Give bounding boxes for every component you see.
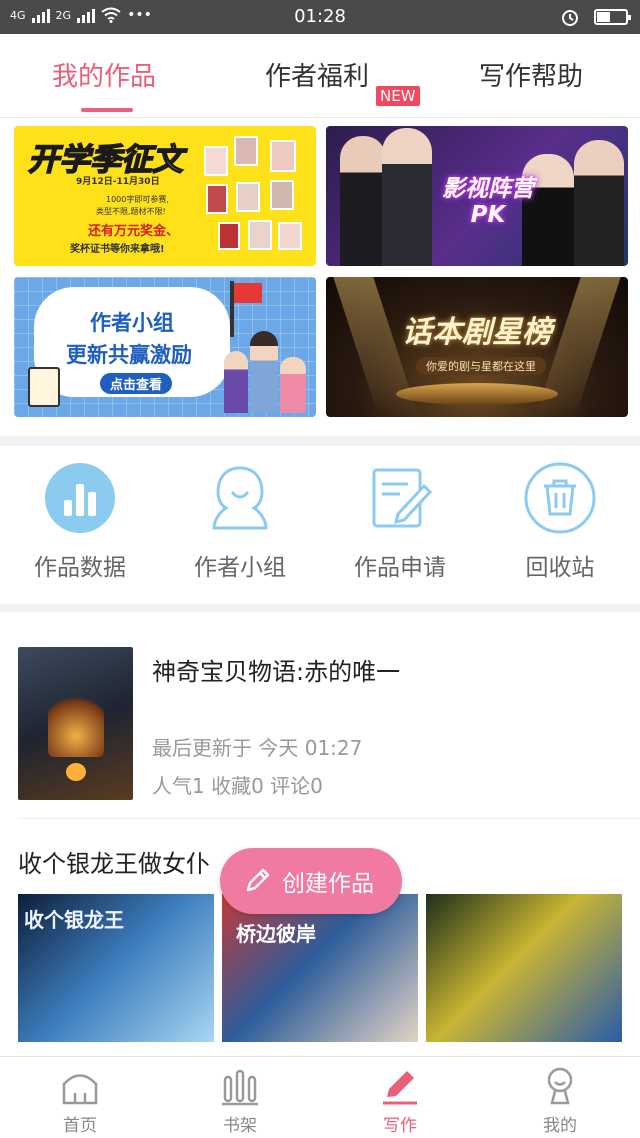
nav-label: 首页 — [63, 1116, 97, 1136]
tool-label: 作品数据 — [34, 555, 126, 581]
bar-chart-icon — [45, 463, 115, 533]
banner-author-group[interactable]: 作者小组 更新共赢激励 点击查看 — [14, 277, 316, 417]
new-badge: NEW — [376, 86, 420, 106]
bottom-nav: 首页 书架 写作 我的 — [0, 1056, 640, 1138]
cover-figure — [48, 687, 104, 757]
tool-works-data[interactable]: 作品数据 — [10, 462, 150, 582]
alarm-icon — [562, 10, 578, 26]
banner-title: 开学季征文 — [27, 141, 184, 179]
banner-title: 影视阵营PK — [442, 176, 534, 228]
create-work-label: 创建作品 — [282, 871, 374, 897]
banner-title-2: 更新共赢激励 — [66, 343, 192, 367]
tool-recycle-bin[interactable]: 回收站 — [490, 462, 630, 582]
edit-doc-icon — [372, 468, 433, 528]
photo-collage — [204, 132, 308, 260]
tab-my-works[interactable]: 我的作品 — [52, 56, 156, 93]
tool-label: 作品申请 — [354, 555, 446, 581]
nav-profile[interactable]: 我的 — [520, 1065, 600, 1136]
pencil-icon — [246, 868, 270, 892]
banner-title: 话本剧星榜 — [402, 315, 552, 350]
banner-line-4: 奖杯证书等你来拿哦! — [70, 244, 165, 255]
flag-cloth — [234, 283, 262, 303]
status-right — [560, 7, 631, 27]
banner-date: 9月12日-11月30日 — [76, 177, 160, 187]
kids-illustration — [220, 321, 312, 417]
stage — [396, 383, 558, 405]
book-title[interactable]: 收个银龙王做女仆 — [18, 844, 210, 879]
create-work-button[interactable]: 创建作品 — [220, 848, 402, 914]
tool-author-group[interactable]: 作者小组 — [170, 462, 310, 582]
top-tabs: 我的作品 作者福利 NEW 写作帮助 — [0, 34, 640, 118]
nav-label: 书架 — [223, 1116, 257, 1136]
banner-title-1: 作者小组 — [90, 311, 174, 335]
tab-active-indicator — [81, 108, 133, 112]
checklist-icon — [28, 367, 60, 407]
work-cover[interactable] — [18, 647, 133, 800]
divider — [18, 818, 640, 819]
trash-icon — [524, 462, 596, 534]
tool-label: 作者小组 — [194, 555, 286, 581]
group-icon — [212, 466, 268, 530]
home-icon — [62, 1074, 98, 1105]
book-thumbnail[interactable]: 收个银龙王 — [18, 894, 214, 1042]
thumbnail-text: 收个银龙王 — [24, 908, 124, 932]
banner-line-2: 类型不限,题材不限! — [96, 207, 166, 216]
battery-icon — [594, 9, 631, 25]
book-thumbnail[interactable]: 桥边彼岸 — [222, 894, 418, 1042]
tab-author-benefits[interactable]: 作者福利 — [265, 56, 369, 93]
nav-home[interactable]: 首页 — [40, 1065, 120, 1136]
banner-drama-star-ranking[interactable]: 话本剧星榜 你爱的剧与星都在这里 — [326, 277, 628, 417]
work-last-updated: 最后更新于 今天 01:27 — [152, 736, 363, 760]
status-time: 01:28 — [294, 6, 346, 27]
quick-tools: 作品数据 作者小组 作品申请 回收站 — [0, 446, 640, 604]
profile-icon — [547, 1067, 573, 1105]
banner-subtitle: 你爱的剧与星都在这里 — [416, 357, 546, 375]
nav-write[interactable]: 写作 — [360, 1065, 440, 1136]
pen-icon — [383, 1071, 417, 1105]
work-title[interactable]: 神奇宝贝物语:赤的唯一 — [152, 652, 400, 687]
status-bar: 4G 2G ••• 01:28 — [0, 0, 640, 34]
banner-film-camp-pk[interactable]: 影视阵营PK — [326, 126, 628, 266]
nav-label: 我的 — [543, 1116, 577, 1136]
tab-writing-help[interactable]: 写作帮助 — [479, 56, 583, 93]
bookshelf-icon — [222, 1069, 258, 1106]
battery-fill — [597, 12, 610, 22]
cover-fire — [66, 763, 86, 781]
tool-label: 回收站 — [525, 555, 595, 581]
banner-grid: 开学季征文 9月12日-11月30日 1000字即可参赛, 类型不限,题材不限!… — [0, 118, 640, 436]
book-thumbnail[interactable] — [426, 894, 622, 1042]
banner-line-1: 1000字即可参赛, — [106, 195, 169, 204]
work-stats: 人气1 收藏0 评论0 — [152, 774, 323, 798]
nav-label: 写作 — [383, 1116, 417, 1136]
nav-bookshelf[interactable]: 书架 — [200, 1065, 280, 1136]
tool-works-application[interactable]: 作品申请 — [330, 462, 470, 582]
thumbnail-text: 桥边彼岸 — [236, 922, 316, 946]
banner-cta: 点击查看 — [100, 373, 173, 394]
banner-line-3: 还有万元奖金、 — [88, 224, 180, 239]
banner-back-to-school-contest[interactable]: 开学季征文 9月12日-11月30日 1000字即可参赛, 类型不限,题材不限!… — [14, 126, 316, 266]
my-works-list: 神奇宝贝物语:赤的唯一 最后更新于 今天 01:27 人气1 收藏0 评论0 收… — [0, 612, 640, 1056]
